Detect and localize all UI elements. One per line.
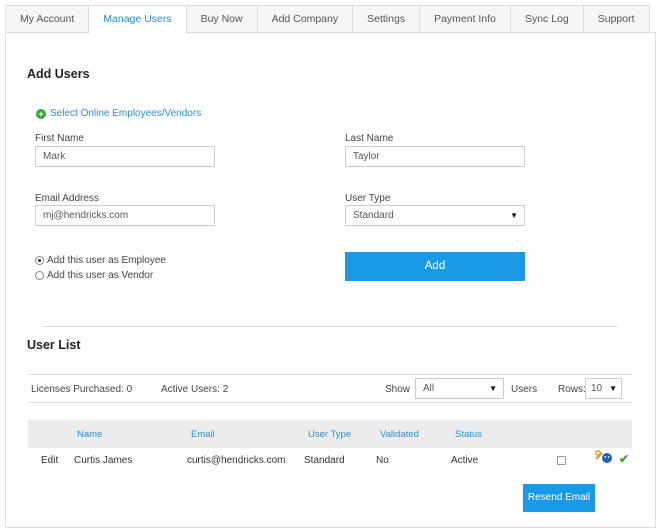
user-table-header: Name Email User Type Validated Status <box>28 420 632 448</box>
resend-email-button[interactable]: Resend Email <box>523 484 595 512</box>
manage-users-panel: Add Users + Select Online Employees/Vendo… <box>5 32 656 528</box>
users-label: Users <box>511 384 538 395</box>
rows-per-page-value: 10 <box>591 383 603 394</box>
tab-settings[interactable]: Settings <box>352 5 421 33</box>
radio-employee-label: Add this user as Employee <box>47 255 166 266</box>
edit-user-link[interactable]: Edit <box>41 455 58 466</box>
tab-payment-info[interactable]: Payment Info <box>419 5 511 33</box>
radio-add-as-employee[interactable]: Add this user as Employee <box>35 255 166 266</box>
active-users-value: 2 <box>222 384 229 395</box>
email-address-label: Email Address <box>35 193 99 204</box>
licenses-purchased-value: 0 <box>126 384 133 395</box>
email-address-field[interactable]: mj@hendricks.com <box>35 205 215 226</box>
column-header-status[interactable]: Status <box>455 429 482 440</box>
user-status: Active <box>451 455 479 466</box>
chevron-down-icon: ▼ <box>609 384 617 393</box>
licenses-purchased-label: Licenses Purchased: <box>31 384 124 395</box>
chevron-down-icon: ▼ <box>489 384 497 393</box>
tab-my-account[interactable]: My Account <box>5 5 90 33</box>
tab-buy-now[interactable]: Buy Now <box>185 5 258 33</box>
toolbar-top-border <box>28 374 632 375</box>
section-divider <box>42 326 618 327</box>
column-header-user-type[interactable]: User Type <box>308 429 351 440</box>
add-users-title: Add Users <box>27 67 90 81</box>
first-name-field[interactable]: Mark <box>35 146 215 167</box>
select-online-employees-label: Select Online Employees/Vendors <box>50 108 202 119</box>
tab-bar: My Account Manage Users Buy Now Add Comp… <box>5 5 650 34</box>
chevron-down-icon: ▼ <box>510 211 518 220</box>
add-user-button[interactable]: Add <box>345 252 525 281</box>
key-face-icon <box>595 450 612 463</box>
active-users-label: Active Users: <box>161 384 220 395</box>
impersonate-user-icon[interactable] <box>595 450 613 464</box>
user-list-title: User List <box>27 338 81 352</box>
user-validated: No <box>376 455 389 466</box>
rows-label: Rows: <box>558 384 586 395</box>
tab-sync-log[interactable]: Sync Log <box>509 5 584 33</box>
first-name-label: First Name <box>35 133 84 144</box>
show-label: Show <box>385 384 411 395</box>
check-icon[interactable]: ✔ <box>619 452 629 466</box>
column-header-name[interactable]: Name <box>77 429 102 440</box>
last-name-label: Last Name <box>345 133 394 144</box>
column-header-email[interactable]: Email <box>191 429 215 440</box>
plus-circle-icon: + <box>36 109 46 119</box>
tab-support[interactable]: Support <box>582 5 650 33</box>
user-name: Curtis James <box>74 455 133 466</box>
radio-checked-icon <box>35 256 44 265</box>
toolbar-bottom-border <box>28 402 632 403</box>
show-filter-value: All <box>423 383 435 394</box>
user-type-select[interactable]: Standard ▼ <box>345 205 525 226</box>
radio-vendor-label: Add this user as Vendor <box>47 270 154 281</box>
last-name-field[interactable]: Taylor <box>345 146 525 167</box>
radio-add-as-vendor[interactable]: Add this user as Vendor <box>35 270 153 281</box>
show-filter-select[interactable]: All ▼ <box>415 378 504 399</box>
user-type-value: Standard <box>353 210 394 221</box>
tab-add-company[interactable]: Add Company <box>256 5 354 33</box>
active-users: Active Users: 2 <box>161 384 228 395</box>
user-type: Standard <box>304 455 345 466</box>
licenses-purchased: Licenses Purchased: 0 <box>31 384 132 395</box>
tab-manage-users[interactable]: Manage Users <box>88 5 187 34</box>
radio-unchecked-icon <box>35 271 44 280</box>
column-header-validated[interactable]: Validated <box>380 429 419 440</box>
select-online-employees-link[interactable]: + Select Online Employees/Vendors <box>36 108 201 119</box>
user-type-label: User Type <box>345 193 391 204</box>
user-email: curtis@hendricks.com <box>187 455 286 466</box>
rows-per-page-select[interactable]: 10 ▼ <box>585 378 622 399</box>
row-select-checkbox[interactable] <box>557 456 566 465</box>
